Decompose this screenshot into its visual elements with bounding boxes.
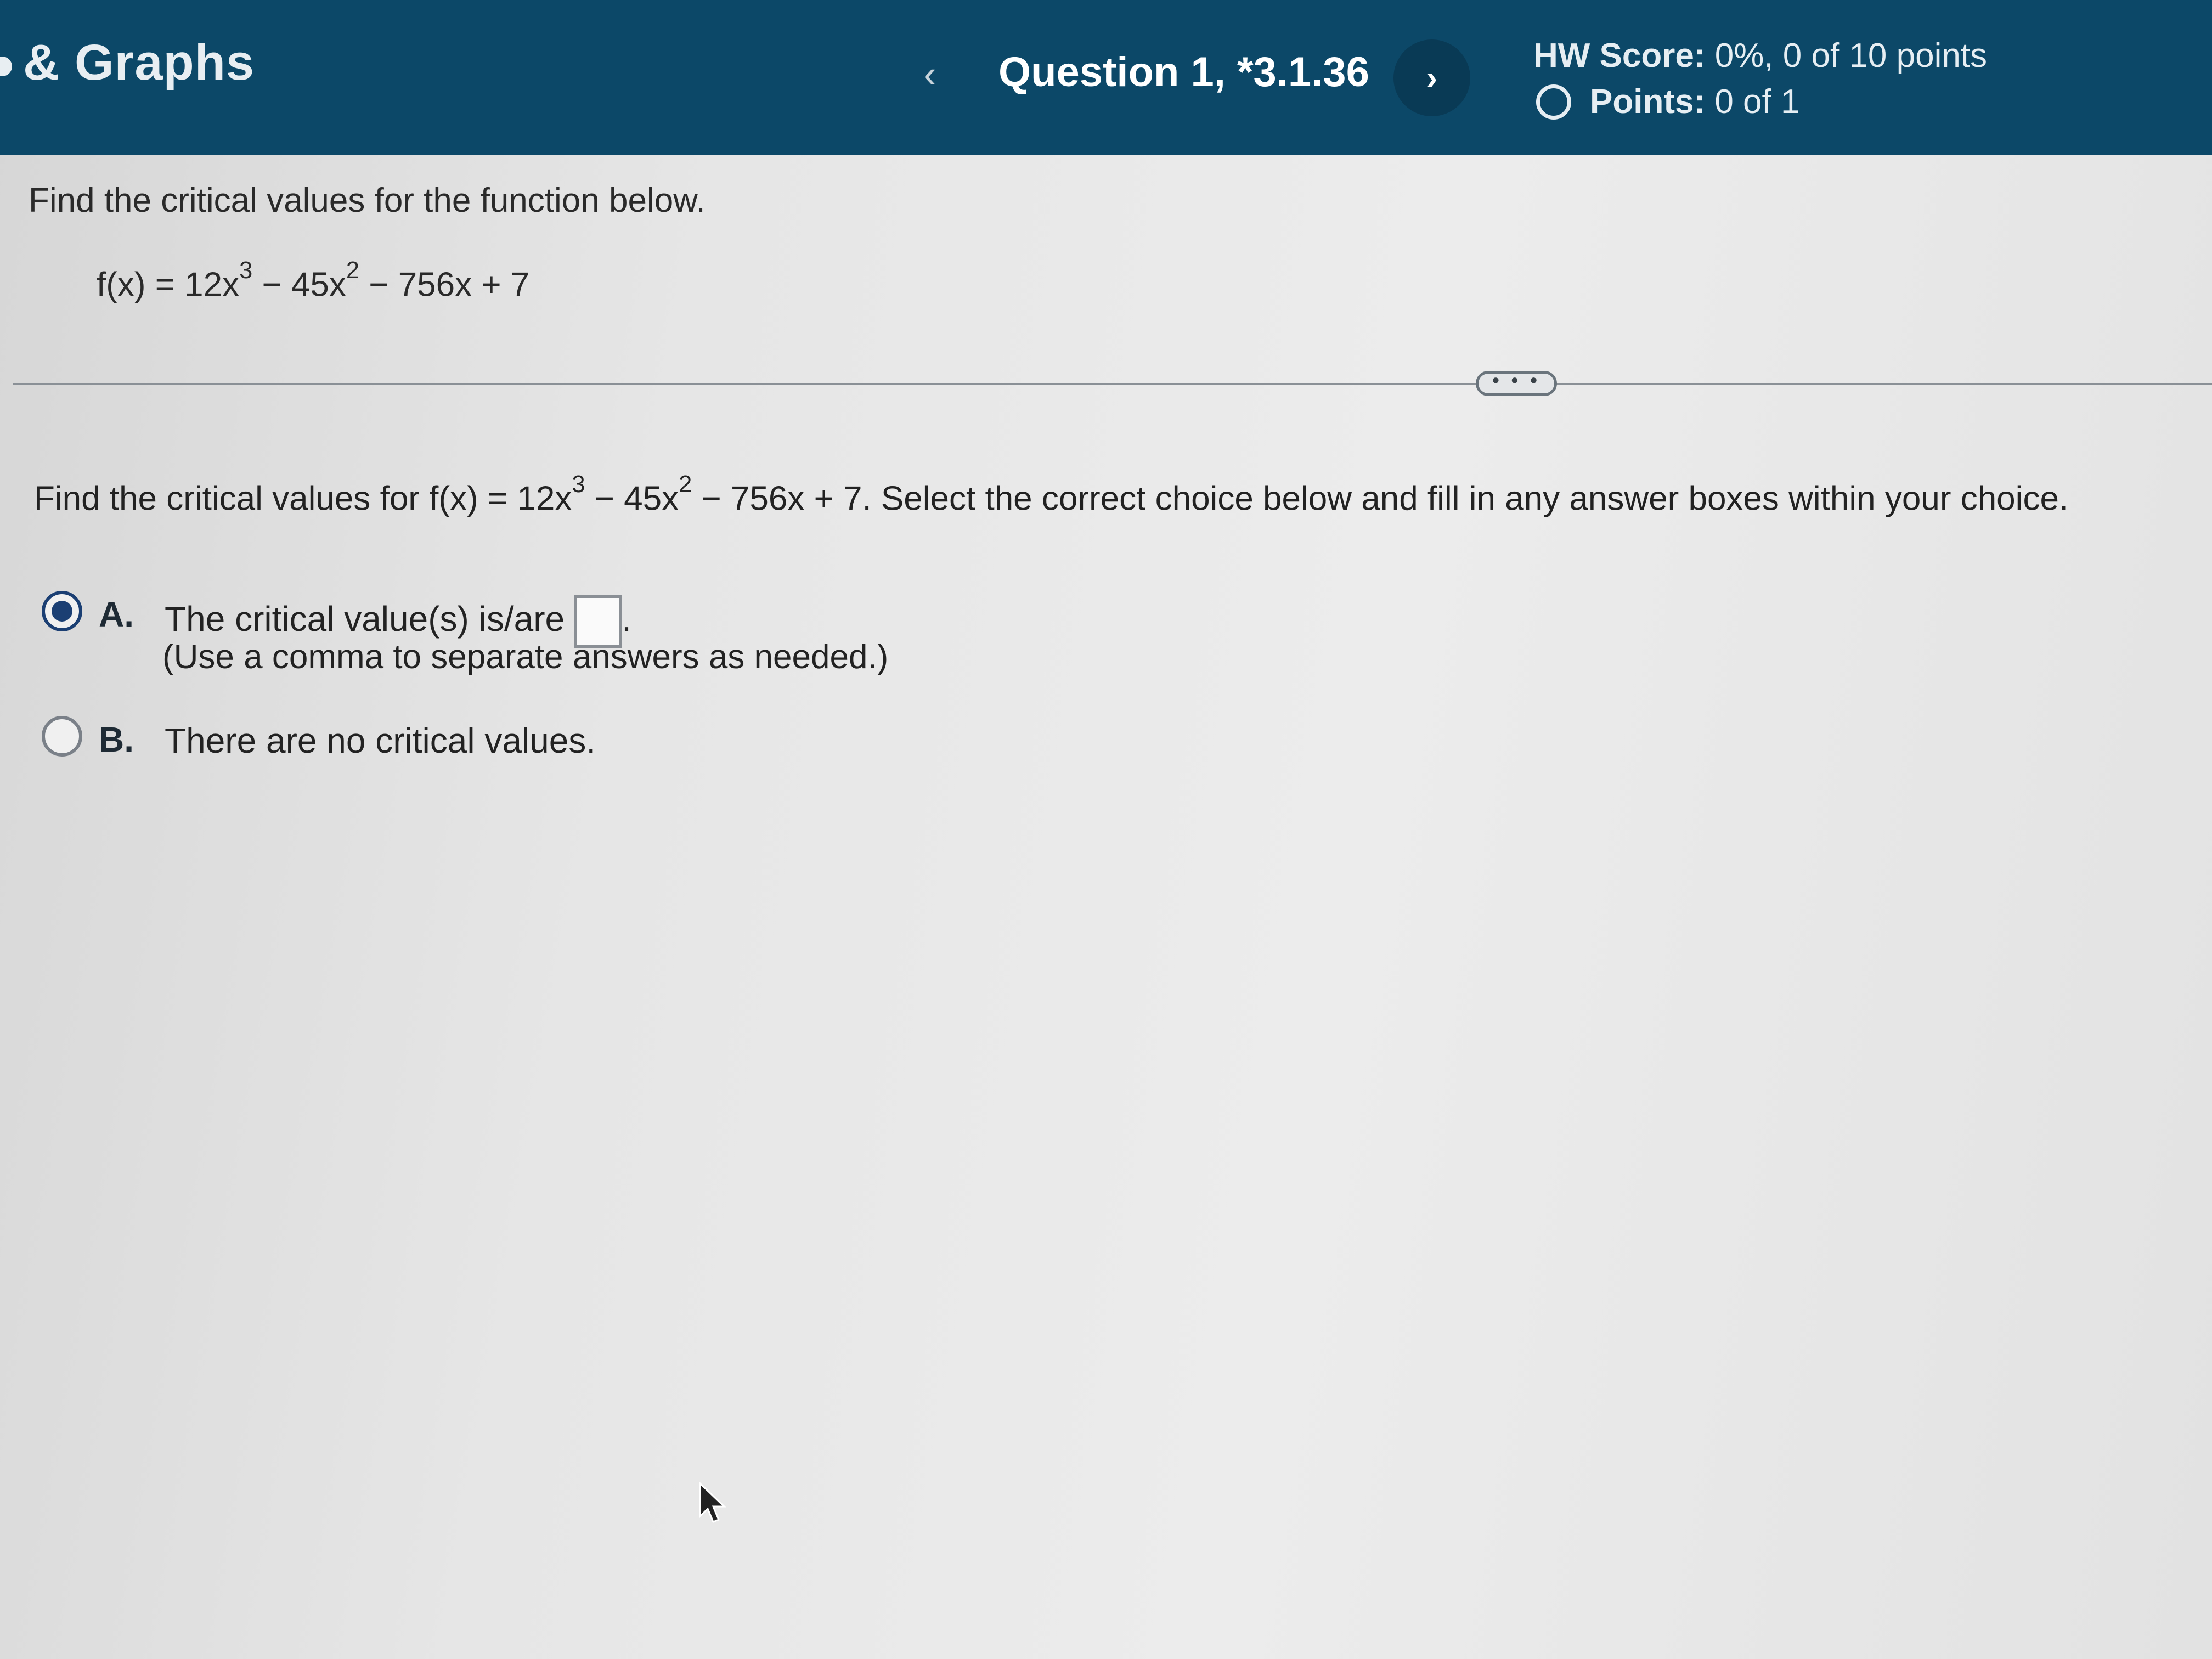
mouse-cursor-icon [699,1481,726,1523]
choice-b[interactable]: B. There are no critical values. [42,715,596,761]
question-label: Question 1, *3.1.36 [998,49,1369,95]
choice-a-letter: A. [99,595,134,634]
section-divider [13,383,2212,385]
points-status: Points: 0 of 1 [1536,82,1799,121]
choice-a-text: The critical value(s) is/are [165,599,565,639]
radio-choice-a[interactable] [42,591,82,631]
choice-b-letter: B. [99,720,134,759]
next-question-button[interactable]: › [1393,40,1470,116]
function-expression: f(x) = 12x3 − 45x2 − 756x + 7 [97,257,530,304]
status-circle-icon [1536,84,1571,120]
choice-b-text: There are no critical values. [165,721,596,760]
course-title: & Graphs [0,34,255,92]
choice-a-hint: (Use a comma to separate answers as need… [162,638,889,676]
previous-question-button[interactable]: ‹ [900,44,960,104]
problem-prompt: Find the critical values for the functio… [29,182,706,219]
hw-score: HW Score: 0%, 0 of 10 points [1533,37,1988,75]
header-bar: & Graphs ‹ Question 1, *3.1.36 › HW Scor… [0,0,2212,155]
expand-more-button[interactable]: • • • [1476,370,1557,396]
question-instruction: Find the critical values for f(x) = 12x3… [34,471,2069,518]
bullet-icon [0,56,12,76]
radio-choice-b[interactable] [42,716,82,757]
